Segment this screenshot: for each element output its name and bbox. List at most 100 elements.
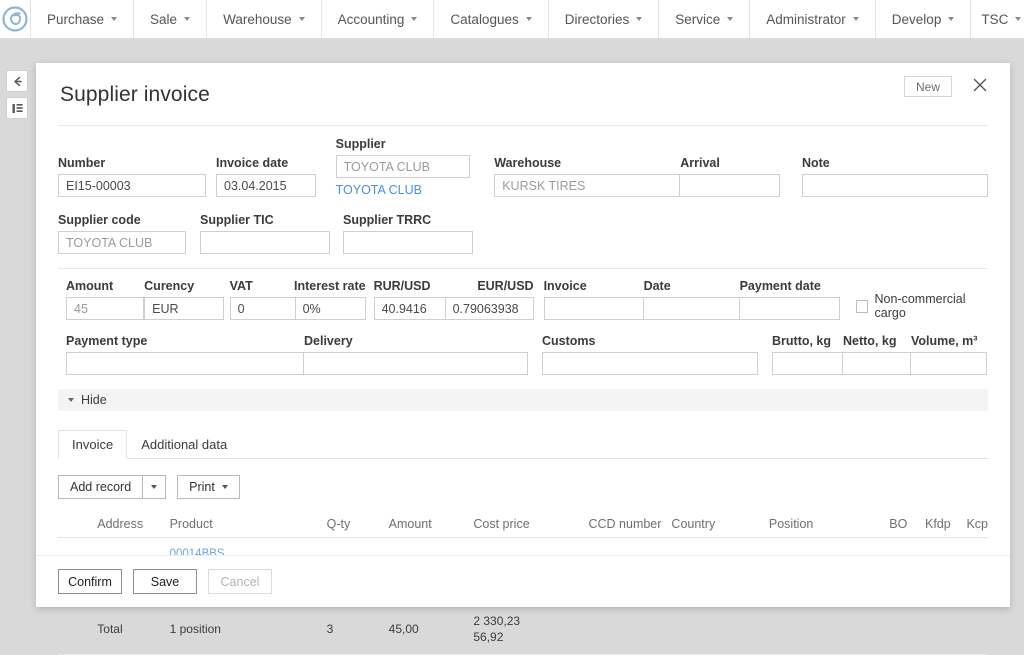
form-row-4: Payment type Delivery Customs Brutto, kg…: [58, 334, 988, 375]
field-supplier-code: Supplier code: [58, 213, 200, 254]
top-navbar: Purchase Sale Warehouse Accounting Catal…: [0, 0, 1024, 39]
back-button[interactable]: [6, 70, 28, 92]
field-warehouse: Warehouse: [494, 156, 681, 197]
field-label: Netto, kg: [843, 334, 897, 348]
total-amount-cell: 45,00: [388, 603, 474, 655]
arrow-left-icon: [13, 76, 22, 86]
vat-input[interactable]: [229, 297, 296, 320]
vat-interest-group: [229, 297, 366, 320]
nav-item-purchase[interactable]: Purchase: [30, 0, 133, 38]
total-qty-cell: 3: [326, 603, 389, 655]
close-button[interactable]: [968, 73, 992, 97]
interest-rate-input[interactable]: [295, 297, 366, 320]
print-button[interactable]: Print: [177, 475, 240, 499]
date-input[interactable]: [643, 297, 740, 320]
save-button[interactable]: Save: [133, 569, 197, 594]
total-cost-price-cell: 2 330,23 56,92: [473, 603, 573, 655]
field-arrival: Arrival: [680, 156, 786, 197]
nav-item-label: Catalogues: [450, 11, 519, 27]
field-label: Curency: [144, 279, 195, 293]
app-logo-icon: [2, 6, 28, 32]
form-divider-1: [58, 268, 988, 269]
tab-bar: Invoice Additional data: [58, 430, 988, 459]
chevron-down-icon: [852, 17, 859, 21]
invoice-number-input[interactable]: [543, 297, 644, 320]
nav-item-accounting[interactable]: Accounting: [320, 0, 434, 38]
supplier-input[interactable]: [335, 155, 470, 178]
add-record-dropdown-button[interactable]: [142, 475, 167, 499]
new-button[interactable]: New: [904, 76, 952, 97]
chevron-down-icon: [525, 17, 532, 21]
field-label: EUR/USD: [477, 279, 534, 293]
hide-section-toggle[interactable]: Hide: [58, 389, 988, 411]
col-bo: BO: [855, 517, 908, 538]
nav-item-warehouse[interactable]: Warehouse: [206, 0, 321, 38]
total-bo-cell: [855, 603, 908, 655]
col-kcp: Kcp: [950, 517, 988, 538]
col-position: Position: [768, 517, 856, 538]
field-label: Invoice date: [216, 156, 289, 170]
customs-input[interactable]: [542, 352, 758, 375]
non-commercial-cargo-checkbox[interactable]: [855, 299, 868, 313]
volume-input[interactable]: [911, 352, 987, 375]
field-label: Delivery: [304, 334, 353, 348]
field-rates: RUR/USD EUR/USD: [373, 279, 534, 320]
arrival-input[interactable]: [680, 174, 781, 197]
netto-input[interactable]: [843, 352, 911, 375]
supplier-tic-input[interactable]: [200, 231, 330, 254]
cancel-button[interactable]: Cancel: [208, 569, 272, 594]
app-logo[interactable]: [0, 0, 30, 38]
field-label: Arrival: [680, 156, 720, 170]
add-record-button[interactable]: Add record: [58, 475, 143, 499]
chevron-down-icon: [948, 17, 955, 21]
field-label: Supplier code: [58, 213, 141, 227]
confirm-button[interactable]: Confirm: [58, 569, 122, 594]
tab-invoice[interactable]: Invoice: [58, 430, 128, 459]
number-input[interactable]: [58, 174, 206, 197]
field-label: Supplier TRRC: [343, 213, 432, 227]
delivery-input[interactable]: [304, 352, 528, 375]
col-cost-price: Cost price: [473, 517, 573, 538]
nav-item-service[interactable]: Service: [658, 0, 749, 38]
total-kcp-cell: [950, 603, 988, 655]
rur-usd-input[interactable]: [373, 297, 446, 320]
field-label: Warehouse: [494, 156, 562, 170]
col-ccd-number: CCD number: [572, 517, 662, 538]
eur-usd-input[interactable]: [445, 297, 534, 320]
amount-input[interactable]: [66, 297, 144, 320]
supplier-link[interactable]: TOYOTA CLUB: [336, 183, 495, 197]
nav-item-label: Warehouse: [223, 11, 292, 27]
currency-input[interactable]: [144, 297, 225, 320]
toggle-list-button[interactable]: [6, 97, 28, 119]
non-commercial-cargo-field[interactable]: Non-commercial cargo: [855, 292, 988, 320]
field-label: Supplier TIC: [200, 213, 274, 227]
nav-item-label: Service: [675, 11, 721, 27]
total-country-cell: [661, 603, 769, 655]
field-label: Interest rate: [294, 279, 366, 293]
nav-item-label: Purchase: [47, 11, 105, 27]
field-customs: Customs: [542, 334, 758, 375]
field-label: Note: [801, 156, 830, 170]
nav-user-menu[interactable]: TSC: [971, 0, 1024, 38]
supplier-code-input[interactable]: [58, 231, 186, 254]
field-note: Note: [801, 156, 988, 197]
total-ccd-cell: [572, 603, 662, 655]
field-label: Number: [58, 156, 106, 170]
payment-type-input[interactable]: [66, 352, 304, 375]
tab-additional-data[interactable]: Additional data: [127, 430, 241, 459]
brutto-input[interactable]: [772, 352, 843, 375]
payment-date-input[interactable]: [739, 297, 840, 320]
nav-item-catalogues[interactable]: Catalogues: [433, 0, 547, 38]
warehouse-input[interactable]: [494, 174, 681, 197]
col-address: Address: [97, 517, 170, 538]
supplier-invoice-modal: Supplier invoice New Number Invoice date…: [36, 63, 1010, 655]
nav-item-directories[interactable]: Directories: [547, 0, 659, 38]
nav-item-sale[interactable]: Sale: [133, 0, 206, 38]
note-input[interactable]: [801, 174, 988, 197]
invoice-date-input[interactable]: [216, 174, 316, 197]
supplier-trrc-input[interactable]: [343, 231, 473, 254]
form-row-3: Amount Curency VAT Interest rate: [58, 279, 988, 320]
nav-item-administrator[interactable]: Administrator: [749, 0, 875, 38]
weights-group: [772, 352, 987, 375]
nav-item-develop[interactable]: Develop: [874, 0, 971, 38]
